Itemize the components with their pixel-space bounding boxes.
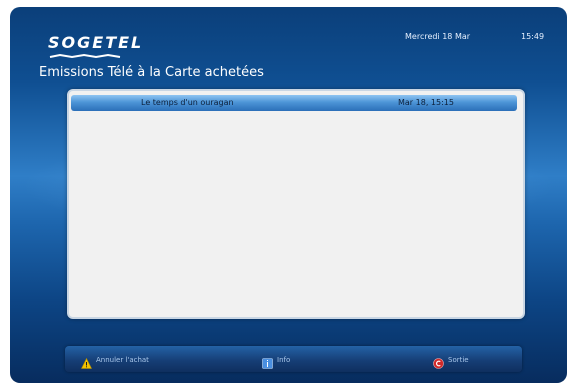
cancel-purchase-label: Annuler l'achat (96, 355, 149, 364)
logo-swoosh-icon (49, 53, 121, 59)
warning-triangle-icon (81, 354, 92, 369)
info-button[interactable]: Info (262, 353, 291, 369)
page-title: Emissions Télé à la Carte achetées (39, 65, 264, 80)
info-label: Info (277, 355, 291, 364)
purchased-list: Le temps d'un ouragan Mar 18, 15:15 (67, 89, 525, 319)
exit-button[interactable]: Sortie (433, 353, 469, 369)
brand-logo: SOGETEL (48, 33, 144, 52)
list-item[interactable]: Le temps d'un ouragan Mar 18, 15:15 (71, 95, 517, 111)
current-date: Mercredi 18 Mar (405, 32, 471, 41)
cancel-purchase-button[interactable]: Annuler l'achat (81, 353, 149, 369)
info-square-icon (262, 354, 273, 369)
current-time: 15:49 (521, 32, 545, 41)
tv-screen: SOGETEL Mercredi 18 Mar 15:49 Emissions … (10, 7, 567, 383)
footer-actions: Annuler l'achat Info Sortie (65, 346, 522, 372)
exit-label: Sortie (448, 355, 469, 364)
program-title: Le temps d'un ouragan (141, 98, 234, 107)
exit-circle-icon (433, 354, 444, 369)
program-datetime: Mar 18, 15:15 (398, 98, 454, 107)
